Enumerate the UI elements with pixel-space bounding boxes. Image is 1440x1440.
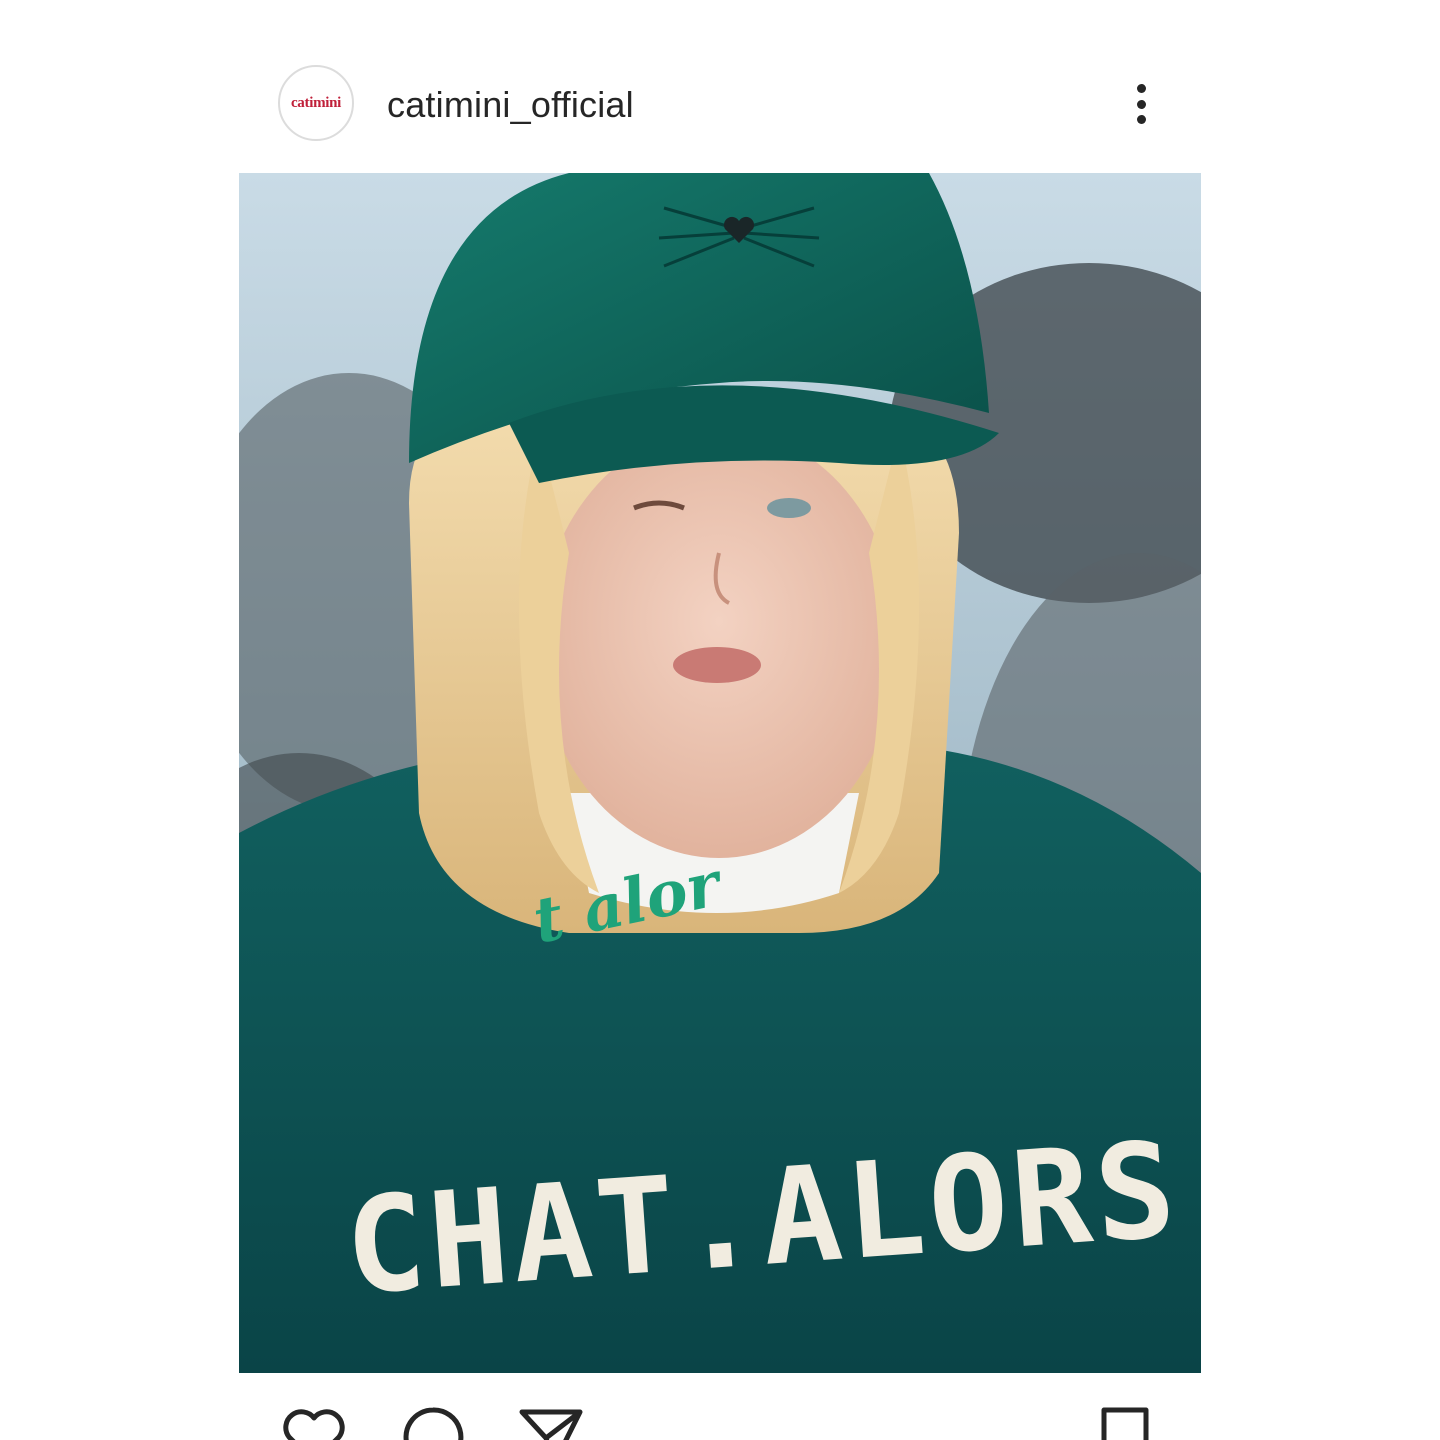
more-vertical-icon [1136,84,1146,93]
instagram-post: catimini catimini_official t alor CHAT.A… [0,0,1440,1440]
more-vertical-icon-dot [1136,115,1146,124]
username-link[interactable]: catimini_official [387,84,634,126]
paper-plane-icon[interactable] [518,1404,584,1440]
comment-icon[interactable] [400,1404,466,1440]
avatar[interactable]: catimini [278,65,354,141]
heart-icon[interactable] [281,1404,347,1440]
post-photo: t alor CHAT.ALORS [239,173,1201,1373]
bookmark-icon[interactable] [1092,1404,1158,1440]
post-header: catimini catimini_official [240,64,1201,146]
brand-logo: catimini [290,94,342,111]
more-options-button[interactable] [1122,78,1160,130]
post-image[interactable]: t alor CHAT.ALORS [239,173,1201,1373]
more-vertical-icon-dot [1136,99,1146,109]
post-action-bar [240,1398,1201,1440]
